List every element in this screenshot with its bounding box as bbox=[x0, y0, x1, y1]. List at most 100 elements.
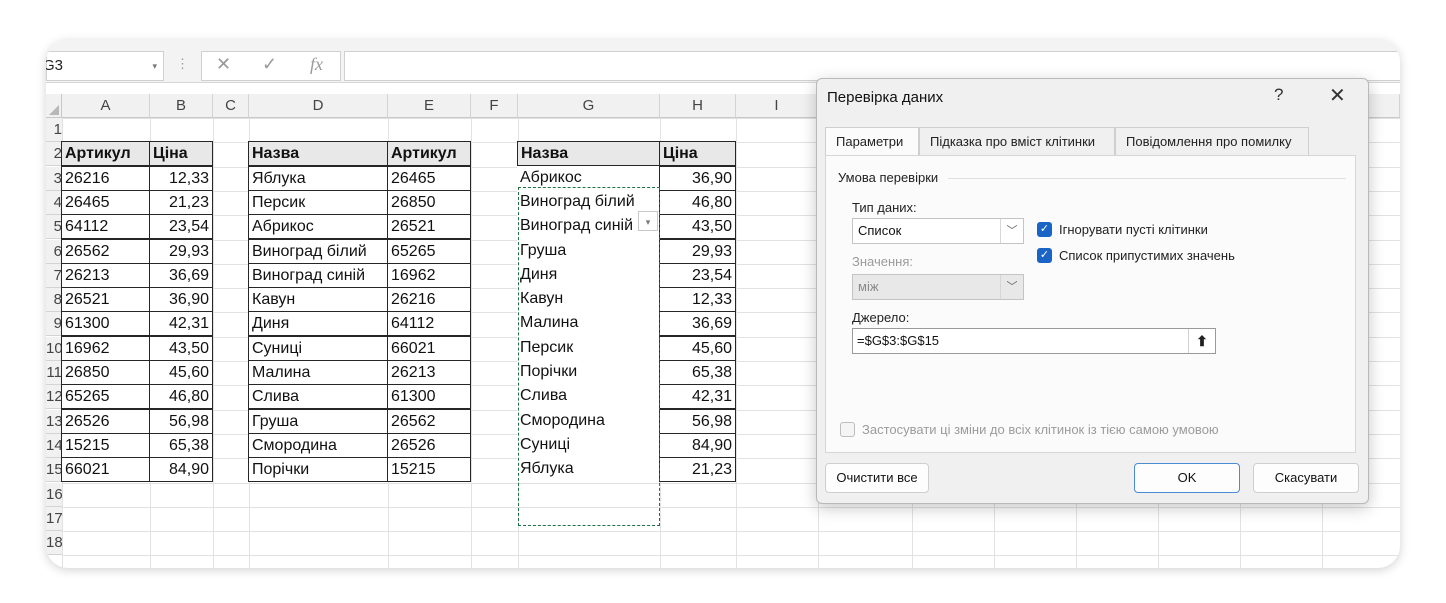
table-cell[interactable]: 42,31 bbox=[149, 311, 213, 337]
table-cell[interactable]: Абрикос bbox=[248, 214, 388, 240]
table-cell[interactable]: 26562 bbox=[387, 408, 471, 434]
table-cell[interactable]: 66021 bbox=[387, 335, 471, 361]
table-cell[interactable]: 43,50 bbox=[659, 214, 736, 240]
table-cell[interactable]: 26526 bbox=[387, 432, 471, 458]
select-all-corner[interactable] bbox=[46, 94, 62, 118]
table-cell[interactable]: 46,80 bbox=[659, 189, 736, 215]
table-cell[interactable]: 21,23 bbox=[149, 189, 213, 215]
table-cell[interactable]: 23,54 bbox=[659, 262, 736, 288]
help-icon[interactable]: ? bbox=[1274, 85, 1283, 105]
table-cell[interactable]: 26521 bbox=[61, 287, 150, 313]
table-cell[interactable]: 64112 bbox=[61, 214, 150, 240]
tab-input-message[interactable]: Підказка про вміст клітинки bbox=[919, 127, 1115, 155]
table-header-cell[interactable]: Назва bbox=[248, 141, 388, 167]
table-cell[interactable]: Абрикос bbox=[517, 165, 660, 191]
column-header-d[interactable]: D bbox=[249, 94, 388, 118]
row-header-11[interactable]: 11 bbox=[46, 361, 62, 385]
table-cell[interactable]: 15215 bbox=[61, 432, 150, 458]
table-cell[interactable]: 45,60 bbox=[149, 360, 213, 385]
tab-error-alert[interactable]: Повідомлення про помилку bbox=[1115, 127, 1309, 155]
table-cell[interactable]: 46,80 bbox=[149, 384, 213, 410]
row-header-1[interactable]: 1 bbox=[46, 118, 62, 142]
name-box[interactable]: G3 ▾ bbox=[46, 51, 164, 81]
column-header-i[interactable]: I bbox=[736, 94, 818, 118]
data-type-select[interactable]: Список ﹀ bbox=[852, 218, 1024, 244]
source-input[interactable]: =$G$3:$G$15 ⬆ bbox=[852, 328, 1216, 354]
table-cell[interactable]: 36,90 bbox=[149, 287, 213, 313]
row-header-17[interactable]: 17 bbox=[46, 506, 62, 531]
table-cell[interactable]: 26465 bbox=[387, 165, 471, 191]
table-cell[interactable]: Персик bbox=[517, 335, 660, 361]
table-cell[interactable]: 64112 bbox=[387, 311, 471, 337]
table-cell[interactable]: Суниці bbox=[517, 432, 660, 458]
table-cell[interactable]: Диня bbox=[248, 311, 388, 337]
table-cell[interactable]: 15215 bbox=[387, 457, 471, 483]
name-box-dropdown-icon[interactable]: ▾ bbox=[152, 52, 157, 80]
row-header-7[interactable]: 7 bbox=[46, 263, 62, 288]
table-cell[interactable]: 84,90 bbox=[659, 432, 736, 458]
table-cell[interactable]: 26216 bbox=[61, 165, 150, 191]
table-cell[interactable]: Яблука bbox=[517, 457, 660, 483]
table-cell[interactable]: Яблука bbox=[248, 165, 388, 191]
row-header-2[interactable]: 2 bbox=[46, 142, 62, 167]
column-header-e[interactable]: E bbox=[388, 94, 471, 118]
table-cell[interactable]: 21,23 bbox=[659, 457, 736, 483]
row-header-3[interactable]: 3 bbox=[46, 166, 62, 191]
formula-input[interactable] bbox=[344, 51, 1400, 81]
tab-settings[interactable]: Параметри bbox=[825, 127, 919, 157]
row-header-6[interactable]: 6 bbox=[46, 239, 62, 264]
table-cell[interactable]: 26213 bbox=[61, 262, 150, 288]
table-cell[interactable]: Кавун bbox=[517, 287, 660, 313]
table-cell[interactable]: 12,33 bbox=[149, 165, 213, 191]
table-cell[interactable]: 16962 bbox=[61, 335, 150, 361]
row-header-10[interactable]: 10 bbox=[46, 336, 62, 361]
row-header-8[interactable]: 8 bbox=[46, 288, 62, 313]
cancel-button[interactable]: Скасувати bbox=[1253, 463, 1359, 493]
table-header-cell[interactable]: Ціна bbox=[149, 141, 213, 167]
column-header-a[interactable]: A bbox=[62, 94, 150, 118]
table-cell[interactable]: 65,38 bbox=[659, 360, 736, 385]
row-header-5[interactable]: 5 bbox=[46, 215, 62, 240]
table-cell[interactable]: Слива bbox=[248, 384, 388, 410]
column-header-g[interactable]: G bbox=[518, 94, 660, 118]
table-cell[interactable]: 26521 bbox=[387, 214, 471, 240]
table-cell[interactable]: 61300 bbox=[387, 384, 471, 410]
column-header-b[interactable]: B bbox=[150, 94, 213, 118]
table-cell[interactable]: 23,54 bbox=[149, 214, 213, 240]
table-cell[interactable]: 12,33 bbox=[659, 287, 736, 313]
table-cell[interactable]: Порічки bbox=[517, 360, 660, 385]
table-cell[interactable]: Малина bbox=[248, 360, 388, 385]
table-cell[interactable]: Груша bbox=[517, 238, 660, 264]
table-cell[interactable]: 65,38 bbox=[149, 432, 213, 458]
table-cell[interactable]: Виноград білий bbox=[248, 238, 388, 264]
table-cell[interactable]: Кавун bbox=[248, 287, 388, 313]
close-icon[interactable]: ✕ bbox=[1329, 83, 1346, 108]
table-cell[interactable]: 26216 bbox=[387, 287, 471, 313]
table-cell[interactable]: 36,90 bbox=[659, 165, 736, 191]
column-header-h[interactable]: H bbox=[660, 94, 736, 118]
ignore-blank-checkbox[interactable]: ✓ bbox=[1037, 222, 1052, 237]
table-cell[interactable]: 36,69 bbox=[659, 311, 736, 337]
cancel-icon[interactable]: ✕ bbox=[216, 54, 231, 75]
row-header-15[interactable]: 15 bbox=[46, 458, 62, 483]
row-header-14[interactable]: 14 bbox=[46, 433, 62, 458]
table-cell[interactable]: Смородина bbox=[517, 408, 660, 434]
table-cell[interactable]: Смородина bbox=[248, 432, 388, 458]
table-cell[interactable]: Диня bbox=[517, 262, 660, 288]
table-cell[interactable]: 45,60 bbox=[659, 335, 736, 361]
insert-function-icon[interactable]: fx bbox=[310, 54, 323, 75]
table-header-cell[interactable]: Артикул bbox=[61, 141, 150, 167]
enter-icon[interactable]: ✓ bbox=[262, 54, 277, 75]
table-cell[interactable]: 26850 bbox=[387, 189, 471, 215]
clear-all-button[interactable]: Очистити все bbox=[825, 463, 929, 493]
table-cell[interactable]: 29,93 bbox=[149, 238, 213, 264]
table-cell[interactable]: 84,90 bbox=[149, 457, 213, 483]
table-header-cell[interactable]: Ціна bbox=[659, 141, 736, 167]
table-cell[interactable]: 29,93 bbox=[659, 238, 736, 264]
table-cell[interactable]: Порічки bbox=[248, 457, 388, 483]
cell-dropdown-button[interactable]: ▾ bbox=[638, 211, 658, 231]
table-cell[interactable]: 56,98 bbox=[149, 408, 213, 434]
column-header-c[interactable]: C bbox=[213, 94, 249, 118]
row-header-18[interactable]: 18 bbox=[46, 531, 62, 556]
table-cell[interactable]: 26213 bbox=[387, 360, 471, 385]
